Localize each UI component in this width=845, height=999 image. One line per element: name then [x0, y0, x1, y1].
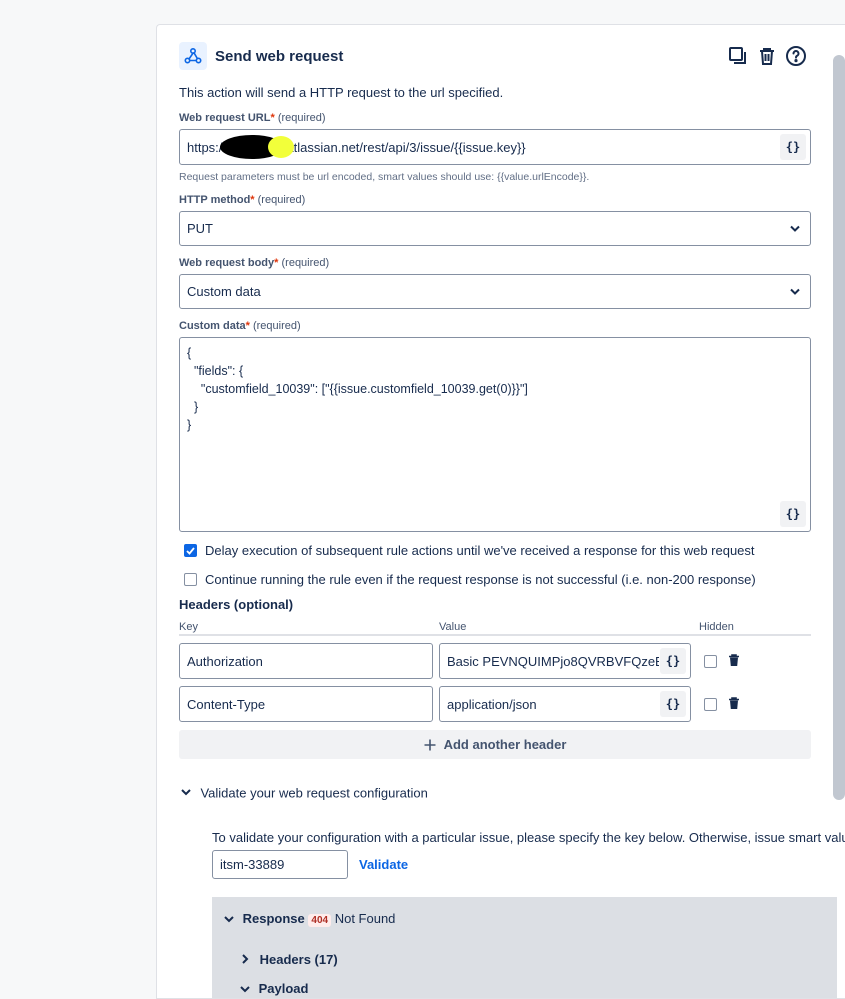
response-label: Response [242, 911, 305, 926]
header-key-value: Authorization [187, 653, 263, 669]
validate-toggle[interactable]: Validate your web request configuration [181, 784, 428, 802]
scrollbar[interactable] [833, 55, 845, 800]
body-select[interactable]: Custom data [179, 274, 811, 309]
action-panel: Send web request This action will send a… [156, 24, 845, 999]
header-hidden-checkbox[interactable] [704, 655, 717, 668]
headers-title: Headers (optional) [179, 597, 294, 612]
url-help-text: Request parameters must be url encoded, … [179, 171, 590, 183]
custom-data-label: Custom data* (required) [179, 320, 301, 332]
payload-toggle[interactable]: Payload [240, 981, 308, 996]
issue-key-input[interactable]: itsm-33889 [212, 850, 348, 879]
delete-header-icon[interactable] [728, 654, 740, 672]
header-value-text: Basic PEVNQUIMPjo8QVRBVFQzeEZm [447, 653, 659, 669]
headers-divider [179, 634, 811, 636]
method-label: HTTP method* (required) [179, 194, 306, 206]
header-value-input[interactable]: Basic PEVNQUIMPjo8QVRBVFQzeEZm {} [439, 643, 691, 679]
continue-checkbox[interactable] [184, 573, 197, 586]
header-key-input[interactable]: Authorization [179, 643, 433, 679]
url-value-prefix: https:/ [187, 139, 223, 155]
chevron-down-icon [240, 986, 250, 993]
custom-data-value: { "fields": { "customfield_10039": ["{{i… [187, 346, 528, 432]
smart-value-button[interactable]: {} [780, 134, 806, 160]
response-status: Not Found [334, 911, 396, 926]
header-hidden-checkbox[interactable] [704, 698, 717, 711]
highlight-mark [268, 136, 294, 158]
issue-key-value: itsm-33889 [220, 857, 285, 872]
copy-icon[interactable] [726, 44, 750, 68]
trash-icon[interactable] [755, 44, 779, 68]
header-value-input[interactable]: application/json {} [439, 686, 691, 722]
delay-checkbox[interactable] [184, 544, 197, 557]
webhook-icon [179, 42, 207, 70]
continue-label: Continue running the rule even if the re… [205, 572, 756, 587]
header-key-input[interactable]: Content-Type [179, 686, 433, 722]
chevron-down-icon [790, 225, 800, 232]
url-label: Web request URL* (required) [179, 112, 326, 124]
add-header-label: Add another header [443, 737, 567, 752]
chevron-down-icon [224, 916, 234, 923]
method-select[interactable]: PUT [179, 211, 811, 246]
validate-instructions: To validate your configuration with a pa… [212, 830, 845, 845]
checkmark-icon [186, 546, 195, 555]
plus-icon [424, 739, 436, 750]
validate-button[interactable]: Validate [359, 857, 408, 872]
chevron-down-icon [181, 789, 191, 796]
header-value-text: application/json [447, 696, 537, 712]
response-panel: Response 404 Not Found Headers (17) Payl… [212, 897, 837, 998]
headers-col-value: Value [439, 621, 467, 633]
smart-value-button[interactable]: {} [780, 501, 806, 527]
custom-data-textarea[interactable]: { "fields": { "customfield_10039": ["{{i… [179, 337, 811, 532]
add-header-button[interactable]: Add another header [179, 730, 811, 759]
url-value-suffix: atlassian.net/rest/api/3/issue/{{issue.k… [286, 139, 526, 155]
chevron-down-icon [790, 288, 800, 295]
method-value: PUT [187, 221, 213, 236]
header-key-value: Content-Type [187, 696, 266, 712]
help-icon[interactable] [784, 44, 808, 68]
headers-col-hidden: Hidden [699, 621, 734, 633]
status-badge: 404 [308, 914, 332, 927]
panel-description: This action will send a HTTP request to … [179, 85, 504, 100]
body-label: Web request body* (required) [179, 257, 330, 269]
delay-label: Delay execution of subsequent rule actio… [205, 543, 755, 558]
response-headers-label: Headers (17) [259, 952, 338, 967]
chevron-right-icon [242, 954, 249, 964]
response-toggle[interactable]: Response 404 Not Found [224, 911, 396, 927]
smart-value-button[interactable]: {} [660, 691, 686, 717]
headers-col-key: Key [179, 621, 198, 633]
response-payload-label: Payload [258, 981, 309, 996]
delete-header-icon[interactable] [728, 697, 740, 715]
panel-title: Send web request [215, 48, 344, 65]
headers-toggle[interactable]: Headers (17) [242, 952, 338, 967]
smart-value-button[interactable]: {} [660, 648, 686, 674]
url-input[interactable]: https:/ atlassian.net/rest/api/3/issue/{… [179, 129, 811, 165]
body-value: Custom data [187, 284, 261, 299]
validate-toggle-label: Validate your web request configuration [200, 785, 428, 801]
